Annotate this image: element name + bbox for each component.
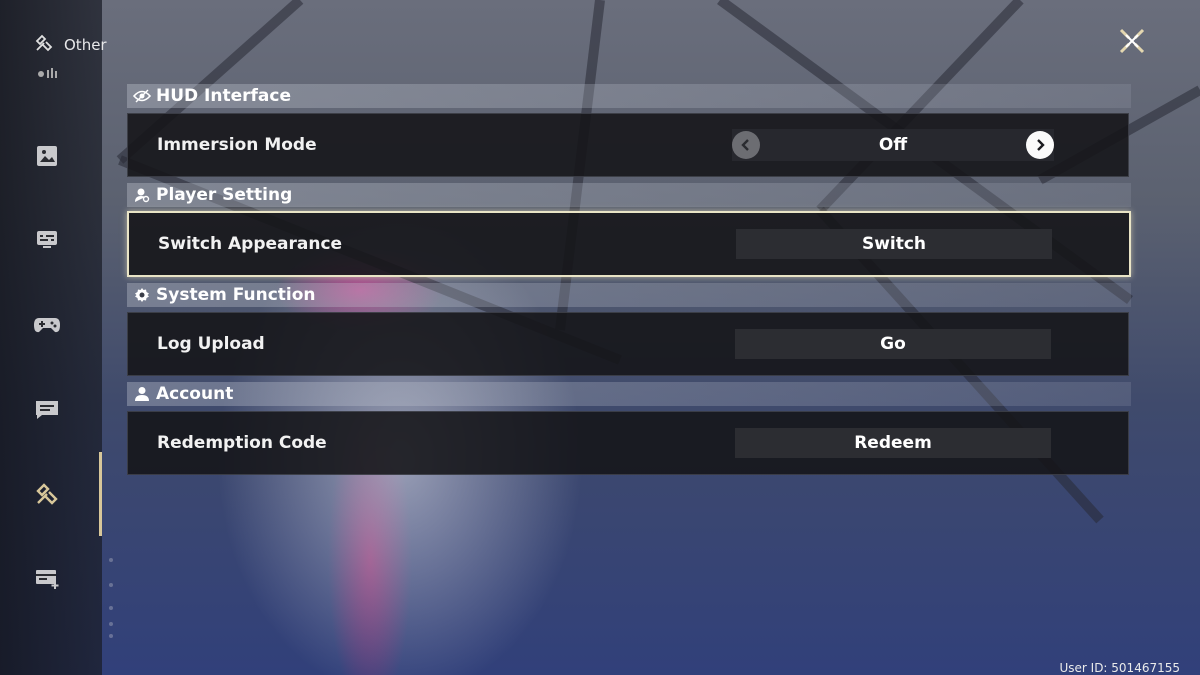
row-label: Switch Appearance (158, 234, 343, 254)
section-label: HUD Interface (156, 86, 292, 106)
display-settings-icon[interactable] (30, 223, 64, 257)
other-icon[interactable] (30, 477, 64, 511)
row-redemption-code: Redemption Code Redeem (127, 411, 1129, 475)
section-label: System Function (156, 285, 316, 305)
immersion-mode-selector: Off (732, 129, 1054, 161)
section-player-setting: Player Setting (127, 183, 1131, 207)
section-hud-interface: HUD Interface (127, 84, 1131, 108)
row-immersion-mode: Immersion Mode Off (127, 113, 1129, 177)
next-option-button[interactable] (1026, 131, 1054, 159)
immersion-mode-value: Off (878, 135, 908, 155)
chevron-right-icon (1037, 139, 1045, 151)
row-label: Immersion Mode (157, 135, 317, 155)
sidebar-title: Other (64, 36, 107, 54)
user-id: User ID: 501467155 (1059, 661, 1180, 675)
section-label: Player Setting (156, 185, 293, 205)
row-label: Redemption Code (157, 433, 327, 453)
gamepad-icon[interactable] (30, 308, 64, 342)
row-log-upload: Log Upload Go (127, 312, 1129, 376)
section-account: Account (127, 382, 1131, 406)
active-nav-indicator (99, 452, 102, 536)
music-icon[interactable] (30, 62, 64, 82)
gear-icon (133, 286, 151, 304)
chat-icon[interactable] (30, 393, 64, 427)
chevron-left-icon (741, 139, 749, 151)
close-icon (1119, 28, 1145, 54)
previous-option-button[interactable] (732, 131, 760, 159)
sidebar: Other (0, 0, 107, 675)
other-header-icon (34, 33, 54, 57)
eye-icon (133, 87, 151, 105)
sidebar-header: Other (34, 33, 107, 57)
log-upload-button[interactable]: Go (735, 329, 1051, 359)
section-system-function: System Function (127, 283, 1131, 307)
redeem-button[interactable]: Redeem (735, 428, 1051, 458)
scroll-indicator (109, 558, 113, 638)
picture-icon[interactable] (30, 139, 64, 173)
row-switch-appearance: Switch Appearance Switch (127, 211, 1131, 277)
row-label: Log Upload (157, 334, 265, 354)
close-button[interactable] (1113, 22, 1151, 60)
section-label: Account (156, 384, 234, 404)
player-icon (133, 186, 151, 204)
card-add-icon[interactable] (30, 562, 64, 596)
switch-appearance-button[interactable]: Switch (736, 229, 1052, 259)
person-icon (133, 385, 151, 403)
